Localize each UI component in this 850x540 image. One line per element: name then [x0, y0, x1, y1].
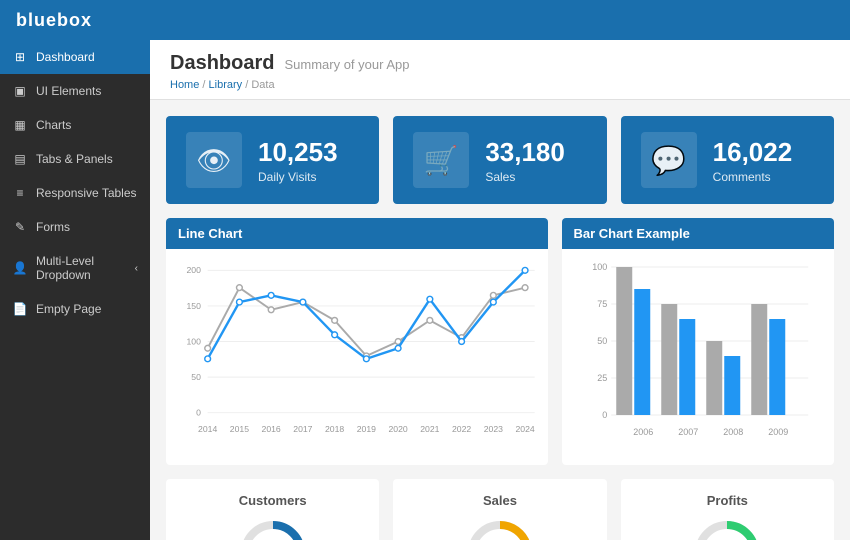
- comments-value: 16,022: [713, 137, 793, 168]
- sidebar-label-6: Multi-Level Dropdown: [36, 254, 127, 282]
- sidebar-item-responsive-tables[interactable]: ≡ Responsive Tables: [0, 176, 150, 210]
- svg-text:25: 25: [597, 373, 607, 383]
- breadcrumb: Home / Library / Data: [170, 79, 830, 91]
- sidebar-item-ui-elements[interactable]: ▣ UI Elements: [0, 74, 150, 108]
- svg-text:2015: 2015: [230, 424, 249, 434]
- svg-text:2017: 2017: [293, 424, 312, 434]
- svg-text:2006: 2006: [633, 427, 653, 437]
- svg-text:2018: 2018: [325, 424, 344, 434]
- svg-text:0: 0: [602, 410, 607, 420]
- sidebar-item-charts[interactable]: ▦ Charts: [0, 108, 150, 142]
- breadcrumb-library[interactable]: Library: [209, 79, 243, 91]
- cart-icon: 🛒: [413, 132, 469, 188]
- stat-card-comments: 💬 16,022 Comments: [621, 116, 834, 204]
- breadcrumb-home[interactable]: Home: [170, 79, 199, 91]
- brand-logo: bluebox: [16, 10, 92, 31]
- content-body: 👁 10,253 Daily Visits 🛒 33,180 Sales 💬: [150, 100, 850, 540]
- sidebar-item-tabs-&-panels[interactable]: ▤ Tabs & Panels: [0, 142, 150, 176]
- line-chart-panel: Line Chart 200 150 100: [166, 218, 548, 465]
- sidebar-label-4: Responsive Tables: [36, 186, 138, 200]
- sidebar-icon-6: 👤: [12, 261, 28, 275]
- page-title-area: Dashboard Summary of your App: [170, 52, 830, 75]
- sales-donut: [407, 518, 592, 540]
- sidebar-icon-5: ✎: [12, 220, 28, 234]
- sidebar-item-forms[interactable]: ✎ Forms: [0, 210, 150, 244]
- svg-text:2014: 2014: [198, 424, 217, 434]
- topbar: bluebox: [0, 0, 850, 40]
- customers-donut: [180, 518, 365, 540]
- bar-chart-body: 100 75 50 25 0 2006 2007 2008 2009: [562, 249, 835, 465]
- breadcrumb-current: Data: [251, 79, 274, 91]
- svg-text:2016: 2016: [262, 424, 281, 434]
- main-layout: ⊞ Dashboard ▣ UI Elements ▦ Charts ▤ Tab…: [0, 40, 850, 540]
- stat-cards: 👁 10,253 Daily Visits 🛒 33,180 Sales 💬: [166, 116, 834, 204]
- bottom-widgets-row: Customers Sales: [166, 479, 834, 540]
- bar-chart-title: Bar Chart Example: [562, 218, 835, 249]
- sales-value: 33,180: [485, 137, 565, 168]
- content-header: Dashboard Summary of your App Home / Lib…: [150, 40, 850, 100]
- sidebar-item-empty-page[interactable]: 📄 Empty Page: [0, 292, 150, 326]
- daily-visits-label: Daily Visits: [258, 170, 338, 184]
- sidebar-label-2: Charts: [36, 118, 138, 132]
- sales-widget: Sales: [393, 479, 606, 540]
- stat-card-daily-visits: 👁 10,253 Daily Visits: [166, 116, 379, 204]
- svg-text:50: 50: [597, 336, 607, 346]
- customers-title: Customers: [180, 493, 365, 508]
- profits-donut: [635, 518, 820, 540]
- sidebar-icon-1: ▣: [12, 84, 28, 98]
- bar-chart-svg: 100 75 50 25 0 2006 2007 2008 2009: [570, 257, 827, 452]
- sidebar-label-7: Empty Page: [36, 302, 138, 316]
- sales-widget-title: Sales: [407, 493, 592, 508]
- svg-text:50: 50: [191, 372, 201, 382]
- svg-text:2021: 2021: [420, 424, 439, 434]
- svg-text:2020: 2020: [388, 424, 407, 434]
- profits-widget: Profits: [621, 479, 834, 540]
- sidebar-icon-3: ▤: [12, 152, 28, 166]
- svg-text:0: 0: [196, 408, 201, 418]
- page-subtitle: Summary of your App: [284, 57, 409, 72]
- sidebar-icon-2: ▦: [12, 118, 28, 132]
- sidebar-icon-7: 📄: [12, 302, 28, 316]
- svg-text:2019: 2019: [357, 424, 376, 434]
- sidebar: ⊞ Dashboard ▣ UI Elements ▦ Charts ▤ Tab…: [0, 40, 150, 540]
- sidebar-item-dashboard[interactable]: ⊞ Dashboard: [0, 40, 150, 74]
- svg-text:100: 100: [187, 336, 202, 346]
- profits-title: Profits: [635, 493, 820, 508]
- svg-text:2022: 2022: [452, 424, 471, 434]
- svg-text:2008: 2008: [723, 427, 743, 437]
- daily-visits-value: 10,253: [258, 137, 338, 168]
- sidebar-icon-4: ≡: [12, 186, 28, 200]
- line-chart-svg: 200 150 100 50 0 2014 2015 2016 2017 201…: [174, 257, 540, 452]
- comments-icon: 💬: [641, 132, 697, 188]
- svg-text:2009: 2009: [768, 427, 788, 437]
- stat-card-sales: 🛒 33,180 Sales: [393, 116, 606, 204]
- content-area: Dashboard Summary of your App Home / Lib…: [150, 40, 850, 540]
- sidebar-label-0: Dashboard: [36, 50, 138, 64]
- sidebar-item-multi-level-dropdown[interactable]: 👤 Multi-Level Dropdown ‹: [0, 244, 150, 292]
- svg-text:75: 75: [597, 299, 607, 309]
- sidebar-icon-0: ⊞: [12, 50, 28, 64]
- charts-row: Line Chart 200 150 100: [166, 218, 834, 465]
- svg-text:200: 200: [187, 265, 202, 275]
- chevron-icon: ‹: [135, 263, 138, 274]
- svg-text:100: 100: [592, 262, 607, 272]
- line-chart-body: 200 150 100 50 0 2014 2015 2016 2017 201…: [166, 249, 548, 465]
- sales-label: Sales: [485, 170, 565, 184]
- svg-text:150: 150: [187, 301, 202, 311]
- svg-text:2007: 2007: [678, 427, 698, 437]
- customers-widget: Customers: [166, 479, 379, 540]
- line-chart-title: Line Chart: [166, 218, 548, 249]
- page-title: Dashboard: [170, 52, 274, 75]
- sidebar-label-3: Tabs & Panels: [36, 152, 138, 166]
- sidebar-label-5: Forms: [36, 220, 138, 234]
- comments-label: Comments: [713, 170, 793, 184]
- bar-chart-panel: Bar Chart Example 100 75 50: [562, 218, 835, 465]
- sidebar-label-1: UI Elements: [36, 84, 138, 98]
- svg-text:2023: 2023: [484, 424, 503, 434]
- eye-icon: 👁: [186, 132, 242, 188]
- svg-text:2024: 2024: [515, 424, 534, 434]
